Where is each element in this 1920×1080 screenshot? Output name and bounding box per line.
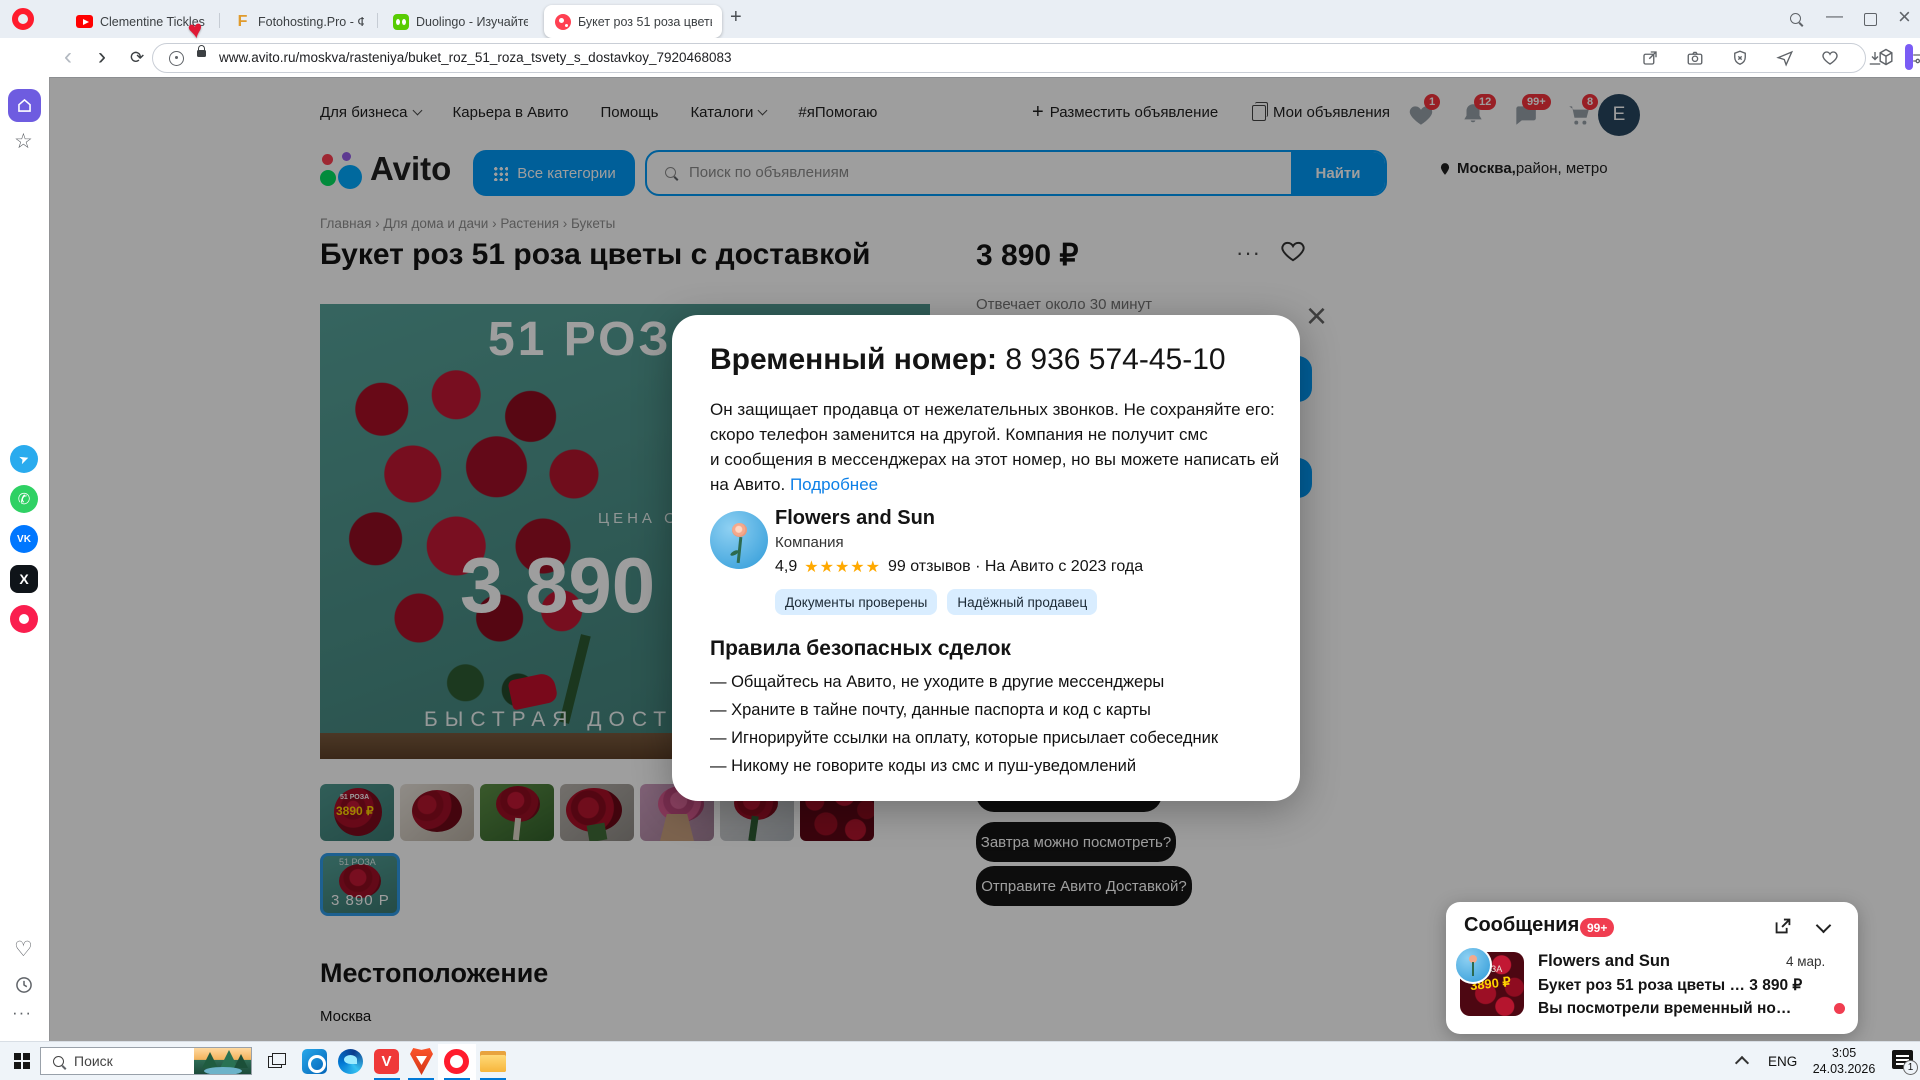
extensions-cube-icon[interactable] [1876,47,1896,67]
snapshot-camera-icon[interactable] [1686,49,1704,67]
unread-dot [1834,1003,1845,1014]
reviews-text: 99 отзывов · На Авито с 2023 года [888,558,1143,576]
modal-body: Он защищает продавца от нежелательных зв… [710,397,1279,498]
seller-badges: Документы проверены Надёжный продавец [775,589,1107,615]
seller-avatar[interactable] [710,511,768,569]
minimize-icon[interactable]: — [1826,6,1843,26]
tab-separator [377,13,378,28]
file-explorer-icon[interactable] [480,1051,506,1072]
message-sender-avatar [1454,946,1492,984]
site-info-icon[interactable] [169,51,184,66]
messages-title: Сообщения [1464,914,1579,937]
tab-title: Букет роз 51 роза цветы [578,15,712,29]
safety-rules-title: Правила безопасных сделок [710,637,1011,661]
telegram-icon[interactable]: ➤ [10,445,38,473]
send-to-device-icon[interactable] [1776,49,1794,67]
browser-tab-bar: Clementine Tickles AJ – Ro F Fotohosting… [0,0,1920,38]
url-field[interactable]: www.avito.ru/moskva/rasteniya/buket_roz_… [152,43,1866,73]
messages-count-badge: 99+ [1580,918,1614,937]
vivaldi-icon[interactable]: V [374,1049,399,1074]
message-line-item[interactable]: Букет роз 51 роза цветы … 3 890 ₽ [1538,976,1802,995]
taskbar-search-icon [53,1056,64,1067]
tab-separator [219,13,220,28]
rating-stars-icon: ★★★★★ [804,557,881,577]
notification-count-badge: 1 [1903,1060,1918,1075]
temporary-phone-number: 8 936 574-45-10 [1005,343,1225,376]
sidebar-more-icon[interactable]: ··· [12,1003,32,1023]
youtube-icon [76,13,93,30]
new-tab-button[interactable]: + [730,6,742,29]
windows-taskbar: Поиск V ENG [0,1041,1920,1080]
tab-title: Fotohosting.Pro - Фотохо [258,15,364,29]
likes-heart-icon[interactable]: ♡ [14,937,33,962]
tab-fotohosting[interactable]: F Fotohosting.Pro - Фотохо [224,5,374,38]
brave-icon[interactable] [410,1048,433,1075]
start-button-icon[interactable] [14,1053,30,1069]
safety-rule: — Игнорируйте ссылки на оплату, которые … [710,729,1218,748]
tray-time: 3:05 [1798,1045,1890,1061]
safety-rule: — Храните в тайне почту, данные паспорта… [710,701,1151,720]
adblock-shield-icon[interactable] [1731,49,1749,67]
modal-close-icon[interactable]: × [1306,298,1327,334]
temporary-number-modal: Временный номер: 8 936 574-45-10 Он защи… [672,315,1300,801]
opera-news-icon[interactable] [10,605,38,633]
url-text[interactable]: www.avito.ru/moskva/rasteniya/buket_roz_… [219,50,732,65]
bookmarks-star-icon[interactable]: ☆ [14,129,33,154]
message-line-preview[interactable]: Вы посмотрели временный но… [1538,1000,1818,1018]
history-clock-icon[interactable] [14,975,34,995]
back-icon[interactable]: ‹ [64,43,72,71]
collapse-chevron-icon[interactable] [1816,918,1832,934]
seller-rating-row[interactable]: 4,9 ★★★★★ 99 отзывов · На Авито с 2023 г… [775,557,1143,577]
tab-title: Duolingo - Изучайте англ [416,15,528,29]
tab-duolingo[interactable]: Duolingo - Изучайте англ [382,5,538,38]
address-bar: ‹ › ⟳ www.avito.ru/moskva/rasteniya/buke… [0,38,1920,78]
share-page-icon[interactable] [1641,49,1659,67]
lock-icon[interactable] [197,50,206,57]
x-twitter-icon[interactable]: X [10,565,38,593]
close-window-icon[interactable]: × [1898,7,1911,27]
avito-favicon-icon [554,13,571,30]
safety-rule: — Никому не говорите коды из смс и пуш-у… [710,757,1136,776]
sidebar-toggle-pill[interactable] [1905,44,1913,70]
whatsapp-icon[interactable]: ✆ [10,485,38,513]
outlook-icon[interactable] [302,1049,327,1074]
tray-date: 24.03.2026 [1798,1061,1890,1077]
opera-taskbar-icon[interactable] [444,1049,469,1074]
tray-expand-icon[interactable] [1735,1056,1749,1070]
badge-reliable-seller: Надёжный продавец [947,589,1097,615]
badge-documents-verified: Документы проверены [775,589,937,615]
more-details-link[interactable]: Подробнее [790,475,878,494]
safety-rule: — Общайтесь на Авито, не уходите в други… [710,673,1164,692]
rating-value: 4,9 [775,558,797,576]
task-view-icon[interactable] [268,1053,286,1069]
tray-clock[interactable]: 3:05 24.03.2026 [1798,1045,1890,1078]
vk-icon[interactable]: VK [10,525,38,553]
fotohosting-icon: F [234,13,251,30]
seller-type: Компания [775,534,844,551]
screen: Clementine Tickles AJ – Ro F Fotohosting… [0,0,1920,1080]
tab-avito-active[interactable]: Букет роз 51 роза цветы [544,5,722,38]
message-sender-name[interactable]: Flowers and Sun [1538,952,1670,971]
speed-dial-home-icon[interactable] [8,89,41,122]
forward-icon[interactable]: › [98,43,106,71]
seller-name[interactable]: Flowers and Sun [775,507,935,530]
opera-sidebar: ☆ ➤ ✆ VK X ♡ ··· [0,77,50,1041]
open-messenger-icon[interactable] [1772,915,1794,937]
message-date: 4 мар. [1786,954,1825,969]
modal-title: Временный номер: 8 936 574-45-10 [710,343,1226,377]
taskbar-search-placeholder: Поиск [74,1053,113,1069]
edge-icon[interactable] [338,1049,363,1074]
tray-language[interactable]: ENG [1768,1054,1797,1069]
taskbar-search-image [194,1048,251,1074]
messages-popup: Сообщения 99+ РОЗА 3890 ₽ Flowers and Su… [1446,902,1858,1034]
opera-menu-icon[interactable] [12,8,34,30]
reload-icon[interactable]: ⟳ [130,44,144,72]
maximize-icon[interactable] [1864,13,1877,26]
bookmark-heart-icon[interactable] [1821,49,1839,67]
tab-search-icon[interactable] [1790,13,1801,24]
taskbar-search-box[interactable]: Поиск [40,1047,252,1075]
duolingo-icon [392,13,409,30]
